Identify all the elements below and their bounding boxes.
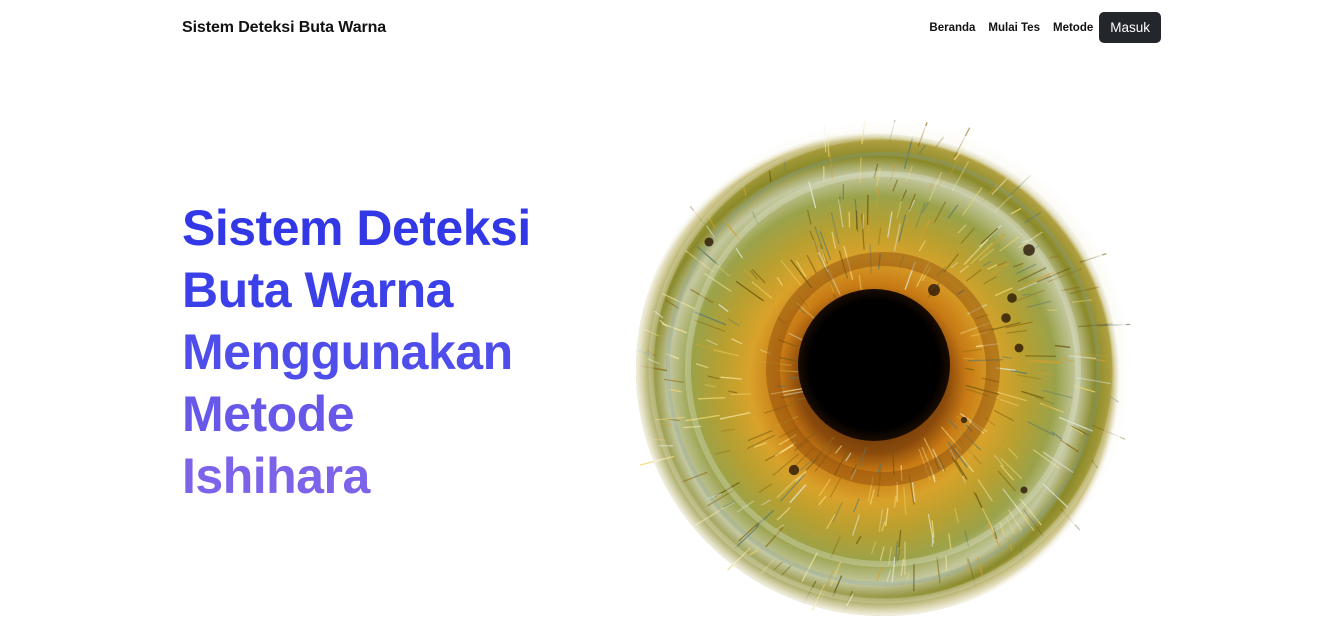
navbar: Sistem Deteksi Buta Warna Beranda Mulai … [182,12,1161,43]
login-button[interactable]: Masuk [1099,12,1161,43]
nav-link-metode[interactable]: Metode [1053,22,1093,34]
nav-link-beranda[interactable]: Beranda [929,22,975,34]
hero-title-line-4: Metode [182,386,355,442]
page: Sistem Deteksi Buta Warna Beranda Mulai … [0,0,1341,624]
nav-link-mulai-tes[interactable]: Mulai Tes [988,22,1040,34]
eye-iris-image [634,120,1132,618]
hero-title: Sistem Deteksi Buta Warna Menggunakan Me… [182,197,602,507]
hero-title-line-5: Ishihara [182,448,370,504]
hero-title-line-2: Buta Warna [182,262,453,318]
brand-title[interactable]: Sistem Deteksi Buta Warna [182,19,386,37]
hero-title-line-3: Menggunakan [182,324,513,380]
nav-links: Beranda Mulai Tes Metode Masuk [929,12,1161,43]
hero-title-line-1: Sistem Deteksi [182,200,531,256]
